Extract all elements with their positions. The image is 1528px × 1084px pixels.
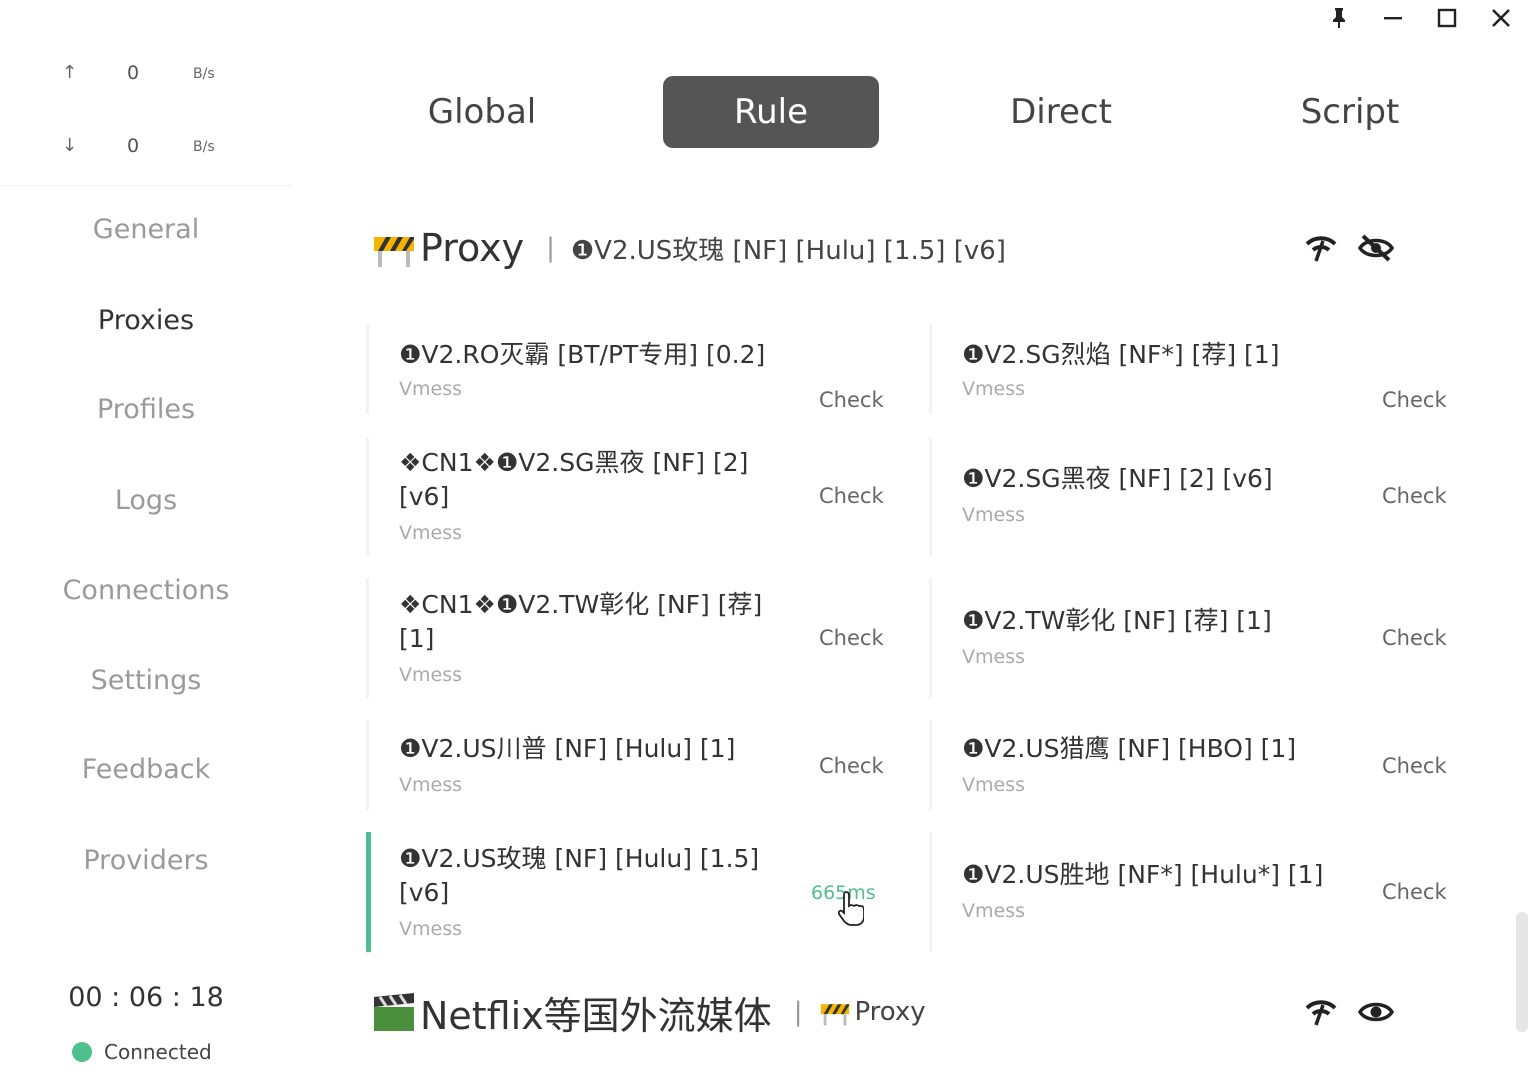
close-icon[interactable]	[1474, 0, 1528, 36]
proxy-type: Vmess	[399, 378, 462, 400]
proxy-name: ❶V2.US川普 [NF] [Hulu] [1]	[399, 734, 736, 763]
maximize-icon[interactable]	[1420, 0, 1474, 36]
proxy-type: Vmess	[399, 664, 462, 686]
check-button[interactable]: Check	[1382, 388, 1447, 412]
upload-value: 0	[127, 62, 140, 84]
proxy-card[interactable]: ❶V2.RO灭霸 [BT/PT专用] [0.2] Vmess Check	[366, 324, 929, 414]
window-controls	[1312, 0, 1528, 36]
uptime-clock: 00 : 06 : 18	[68, 982, 224, 1013]
proxy-type: Vmess	[962, 774, 1025, 796]
proxy-group-header[interactable]: Proxy | ❶V2.US玫瑰 [NF] [Hulu] [1.5] [v6]	[370, 218, 1470, 278]
eye-off-icon[interactable]	[1358, 233, 1394, 263]
pin-icon[interactable]	[1312, 0, 1366, 36]
proxy-card[interactable]: ❖CN1❖❶V2.TW彰化 [NF] [荐] [1] Vmess Check	[366, 578, 929, 698]
proxy-type: Vmess	[962, 646, 1025, 668]
construction-barrier-icon	[374, 237, 414, 267]
proxy-name: ❶V2.RO灭霸 [BT/PT专用] [0.2]	[399, 340, 766, 369]
proxy-card[interactable]: ❶V2.US胜地 [NF*] [Hulu*] [1] Vmess Check	[929, 832, 1492, 952]
sidebar-item-logs[interactable]: Logs	[0, 471, 292, 531]
sidebar: ↑ 0 B/s ↓ 0 B/s General Proxies Profiles…	[0, 0, 292, 1084]
connection-status: Connected	[72, 1040, 212, 1064]
proxy-card[interactable]: ❶V2.US猎鹰 [NF] [HBO] [1] Vmess Check	[929, 720, 1492, 810]
check-button[interactable]: Check	[1382, 626, 1447, 650]
group-actions	[1304, 233, 1394, 263]
group-separator: |	[546, 233, 555, 263]
proxy-type: Vmess	[399, 774, 462, 796]
sidebar-item-settings[interactable]: Settings	[0, 651, 292, 711]
eye-icon[interactable]	[1358, 997, 1394, 1027]
traffic-panel: ↑ 0 B/s ↓ 0 B/s	[0, 40, 292, 186]
check-button[interactable]: Check	[819, 626, 884, 650]
sidebar-item-providers[interactable]: Providers	[0, 831, 292, 891]
download-unit: B/s	[193, 139, 215, 155]
netflix-group-header[interactable]: Netflix等国外流媒体 | Proxy	[370, 982, 1470, 1042]
sidebar-item-connections[interactable]: Connections	[0, 561, 292, 621]
check-button[interactable]: Check	[1382, 880, 1447, 904]
sidebar-item-proxies[interactable]: Proxies	[0, 291, 292, 351]
hand-cursor-icon	[838, 891, 864, 926]
proxy-card[interactable]: ❶V2.TW彰化 [NF] [荐] [1] Vmess Check	[929, 578, 1492, 698]
check-button[interactable]: Check	[819, 484, 884, 508]
proxy-type: Vmess	[962, 504, 1025, 526]
group-name: Netflix等国外流媒体	[420, 993, 772, 1038]
download-arrow-icon: ↓	[62, 135, 78, 156]
proxy-name: ❶V2.US胜地 [NF*] [Hulu*] [1]	[962, 860, 1324, 889]
group-actions	[1304, 997, 1394, 1027]
proxy-name: ❶V2.US玫瑰 [NF] [Hulu] [1.5] [v6]	[399, 844, 760, 907]
proxy-name: ❖CN1❖❶V2.TW彰化 [NF] [荐] [1]	[399, 590, 763, 653]
sidebar-item-feedback[interactable]: Feedback	[0, 740, 292, 800]
tab-direct[interactable]: Direct	[953, 76, 1169, 148]
proxy-type: Vmess	[399, 918, 462, 940]
clapperboard-icon	[374, 993, 414, 1031]
speed-test-icon[interactable]	[1304, 997, 1338, 1027]
proxy-type: Vmess	[399, 522, 462, 544]
speed-test-icon[interactable]	[1304, 233, 1338, 263]
proxy-card[interactable]: ❖CN1❖❶V2.SG黑夜 [NF] [2] [v6] Vmess Check	[366, 438, 929, 556]
scrollbar[interactable]	[1516, 912, 1528, 1032]
download-value: 0	[127, 135, 140, 157]
proxy-name: ❖CN1❖❶V2.SG黑夜 [NF] [2] [v6]	[399, 448, 749, 511]
proxy-type: Vmess	[962, 378, 1025, 400]
sidebar-item-profiles[interactable]: Profiles	[0, 380, 292, 440]
check-button[interactable]: Check	[819, 754, 884, 778]
proxy-name: ❶V2.SG黑夜 [NF] [2] [v6]	[962, 464, 1273, 493]
proxy-card[interactable]: ❶V2.SG烈焰 [NF*] [荐] [1] Vmess Check	[929, 324, 1492, 414]
group-selected-proxy: ❶V2.US玫瑰 [NF] [Hulu] [1.5] [v6]	[570, 235, 1006, 266]
status-dot-icon	[72, 1042, 92, 1062]
check-button[interactable]: Check	[1382, 484, 1447, 508]
tab-script[interactable]: Script	[1242, 76, 1458, 148]
upload-speed: ↑ 0 B/s	[0, 60, 292, 90]
group-selected-proxy: Proxy	[854, 997, 926, 1027]
group-separator: |	[793, 997, 803, 1027]
status-label: Connected	[104, 1040, 212, 1064]
sidebar-item-general[interactable]: General	[0, 200, 292, 260]
upload-arrow-icon: ↑	[62, 62, 78, 83]
construction-barrier-icon	[821, 1004, 850, 1026]
minimize-icon[interactable]	[1366, 0, 1420, 36]
upload-unit: B/s	[193, 66, 215, 82]
proxy-card[interactable]: ❶V2.US川普 [NF] [Hulu] [1] Vmess Check	[366, 720, 929, 810]
proxy-card[interactable]: ❶V2.SG黑夜 [NF] [2] [v6] Vmess Check	[929, 438, 1492, 556]
proxy-name: ❶V2.US猎鹰 [NF] [HBO] [1]	[962, 734, 1297, 763]
proxy-name: ❶V2.TW彰化 [NF] [荐] [1]	[962, 606, 1272, 635]
tab-rule[interactable]: Rule	[663, 76, 879, 148]
mode-tabs: Global Rule Direct Script	[340, 76, 1480, 148]
check-button[interactable]: Check	[819, 388, 884, 412]
download-speed: ↓ 0 B/s	[0, 133, 292, 163]
proxy-name: ❶V2.SG烈焰 [NF*] [荐] [1]	[962, 340, 1280, 369]
group-name: Proxy	[420, 226, 525, 270]
proxy-type: Vmess	[962, 900, 1025, 922]
tab-global[interactable]: Global	[374, 76, 590, 148]
check-button[interactable]: Check	[1382, 754, 1447, 778]
